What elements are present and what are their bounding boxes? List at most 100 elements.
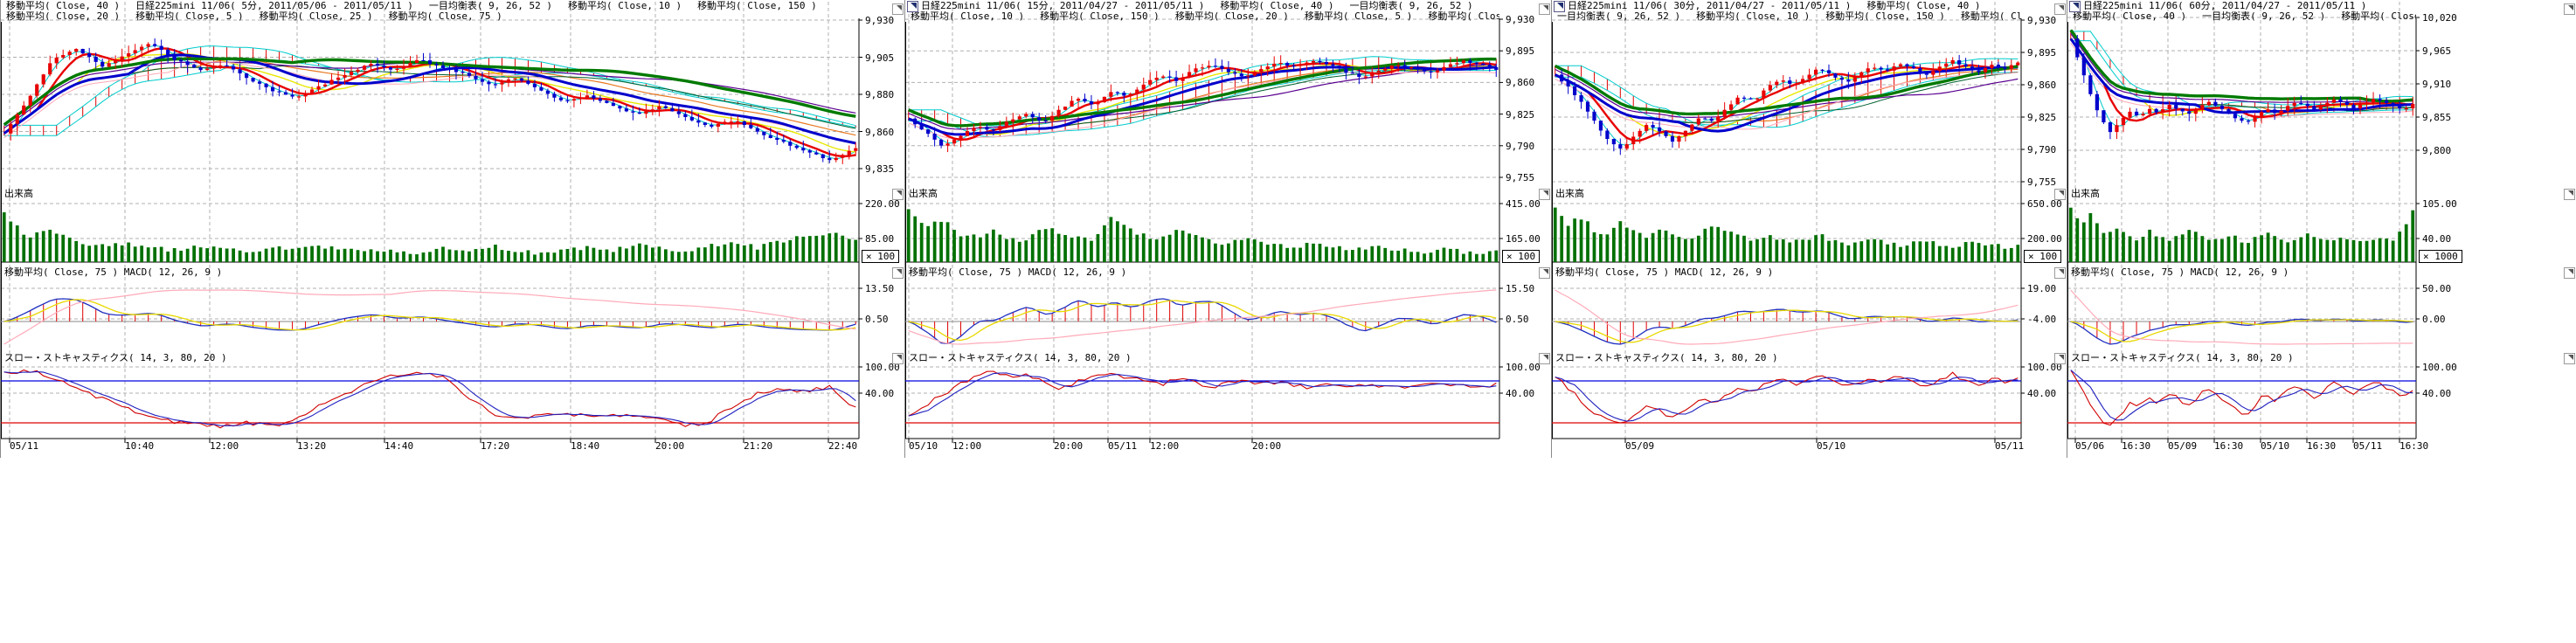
indicator-label: 移動平均( Close, (2341, 11, 2416, 22)
candle-body (664, 107, 668, 108)
volume-axis-label: 40.00 (2422, 234, 2451, 244)
volume-bar (1899, 247, 1902, 262)
candle-body (2345, 102, 2349, 105)
indicator-header-row-2: 一目均衡表( 9, 26, 52 )移動平均( Close, 10 )移動平均(… (1555, 11, 2021, 22)
pane-restore-icon[interactable] (892, 267, 904, 279)
window-chart-icon[interactable] (2069, 1, 2081, 12)
candle-body (834, 158, 838, 160)
volume-bar (959, 237, 963, 262)
candle-body (329, 80, 333, 84)
candle-body (297, 96, 301, 97)
volume-bar (1977, 243, 1981, 262)
pane-restore-icon[interactable] (2564, 3, 2575, 15)
candle-body (1599, 121, 1603, 130)
trading-chart-workspace: { "app": { "description_labels": { "volu… (0, 0, 2576, 643)
stoch-d-line (2071, 370, 2413, 420)
candle-body (756, 128, 759, 132)
volume-bar (1214, 244, 1217, 262)
pane-restore-icon[interactable] (1539, 3, 1550, 15)
candle-body (782, 140, 786, 142)
candle-body (481, 80, 484, 82)
candle-body (2358, 105, 2362, 109)
candle-body (29, 96, 32, 106)
window-chart-icon[interactable] (1554, 1, 1565, 12)
candle-body (625, 108, 628, 111)
volume-bar (2299, 238, 2302, 262)
candle-body (1357, 73, 1361, 77)
pane-restore-icon[interactable] (1539, 353, 1550, 364)
candle-body (2122, 118, 2125, 125)
candle-body (434, 64, 438, 66)
volume-bar (2082, 223, 2086, 262)
candle-body (166, 50, 170, 55)
candle-body (1383, 69, 1387, 71)
candle-body (1227, 69, 1230, 73)
pane-restore-icon[interactable] (2054, 353, 2066, 364)
candle-body (998, 126, 1001, 130)
candle-body (2155, 109, 2158, 113)
volume-bar (2411, 211, 2414, 262)
candle-body (507, 80, 510, 82)
indicator-label: 移動平均( Close, 40 ) (1220, 1, 1333, 11)
volume-bar (1769, 235, 1772, 262)
volume-bar (2267, 232, 2270, 262)
volume-bar (1063, 235, 1067, 262)
time-axis-label: 16:30 (2122, 441, 2150, 451)
pane-restore-icon[interactable] (2564, 353, 2575, 364)
window-chart-icon[interactable] (907, 1, 918, 12)
candle-body (1944, 64, 1948, 66)
candle-body (1370, 72, 1374, 76)
volume-bar (769, 242, 772, 262)
indicator-header-row-2: 移動平均( Close, 10 )移動平均( Close, 150 )移動平均(… (909, 11, 1499, 22)
volume-bar (55, 233, 59, 262)
candle-body (1918, 68, 1922, 73)
pane-restore-icon[interactable] (892, 3, 904, 15)
macd-pane-label: 移動平均( Close, 75 ) MACD( 12, 26, 9 ) (1555, 267, 1773, 278)
candle-body (565, 100, 569, 101)
candle-body (1109, 92, 1112, 96)
pane-restore-icon[interactable] (2054, 267, 2066, 279)
pane-restore-icon[interactable] (2564, 267, 2575, 279)
volume-bar (1859, 241, 1863, 262)
pane-restore-icon[interactable] (892, 353, 904, 364)
candle-body (690, 117, 694, 121)
volume-bar (488, 248, 491, 262)
candle-body (1449, 65, 1452, 67)
candle-body (788, 142, 792, 146)
volume-bar (1964, 242, 1968, 262)
volume-bar (2102, 233, 2106, 262)
indicator-label: 移動平均( Cl (1961, 11, 2021, 22)
candle-body (245, 73, 248, 78)
volume-bar (435, 249, 439, 262)
pane-restore-icon[interactable] (1539, 267, 1550, 279)
candle-body (212, 66, 216, 69)
candle-body (2240, 118, 2243, 121)
pane-restore-icon[interactable] (892, 189, 904, 200)
volume-bar (625, 248, 628, 262)
volume-bar (670, 251, 674, 262)
volume-bar (717, 246, 720, 262)
volume-bar (284, 250, 287, 262)
volume-bar (1332, 247, 1335, 262)
candle-body (127, 53, 130, 57)
price-axis-label: 10,020 (2422, 13, 2457, 23)
volume-bar (553, 252, 557, 262)
volume-bar (461, 251, 465, 262)
volume-bar (140, 245, 143, 262)
volume-bar (448, 250, 452, 262)
pane-restore-icon[interactable] (2564, 189, 2575, 200)
volume-bar (467, 252, 471, 262)
candle-body (1697, 119, 1700, 125)
volume-bar (16, 225, 19, 262)
volume-bar (592, 248, 596, 262)
pane-restore-icon[interactable] (2054, 3, 2066, 15)
candle-body (1631, 136, 1635, 144)
candle-body (920, 124, 924, 129)
candle-body (926, 129, 930, 134)
candle-body (421, 60, 425, 61)
candle-body (2200, 105, 2204, 109)
candle-body (2003, 67, 2006, 69)
pane-restore-icon[interactable] (2054, 189, 2066, 200)
volume-bar (48, 230, 52, 262)
pane-restore-icon[interactable] (1539, 189, 1550, 200)
